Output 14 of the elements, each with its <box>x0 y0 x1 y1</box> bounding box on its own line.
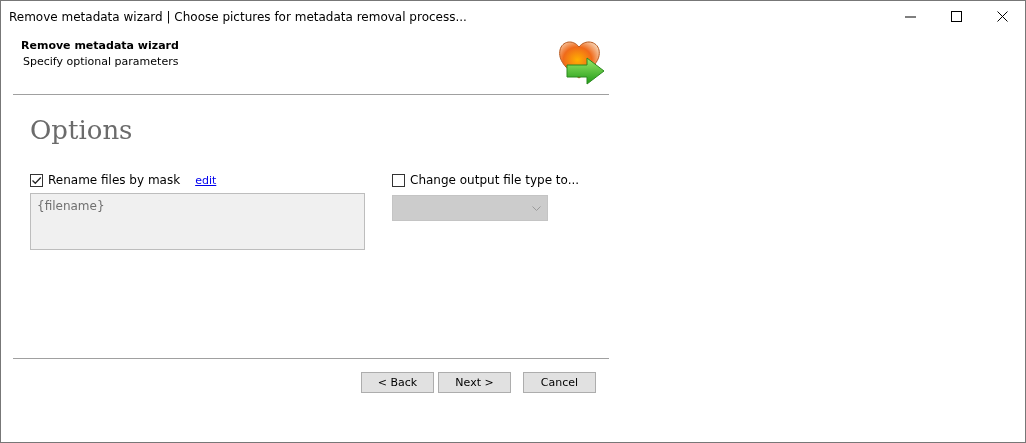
edit-link[interactable]: edit <box>195 173 217 187</box>
wizard-subtitle: Specify optional parameters <box>23 55 179 68</box>
wizard-button[interactable]: < Back <box>361 372 434 393</box>
checkbox[interactable] <box>392 173 405 187</box>
chevron-down-icon <box>532 205 541 211</box>
section-heading: Options <box>30 115 133 145</box>
checkbox[interactable] <box>30 173 43 187</box>
checkbox-label[interactable]: Rename files by mask <box>48 173 181 187</box>
window-title: Remove metadata wizard | Choose pictures for metadata removal process... <box>9 9 468 24</box>
wizard-button[interactable]: Next > <box>438 372 511 393</box>
heart-arrow-icon <box>557 38 606 87</box>
wizard-title: Remove metadata wizard <box>21 39 179 52</box>
wizard-button[interactable]: Cancel <box>523 372 596 393</box>
checkbox-label[interactable]: Change output file type to... <box>410 173 580 187</box>
